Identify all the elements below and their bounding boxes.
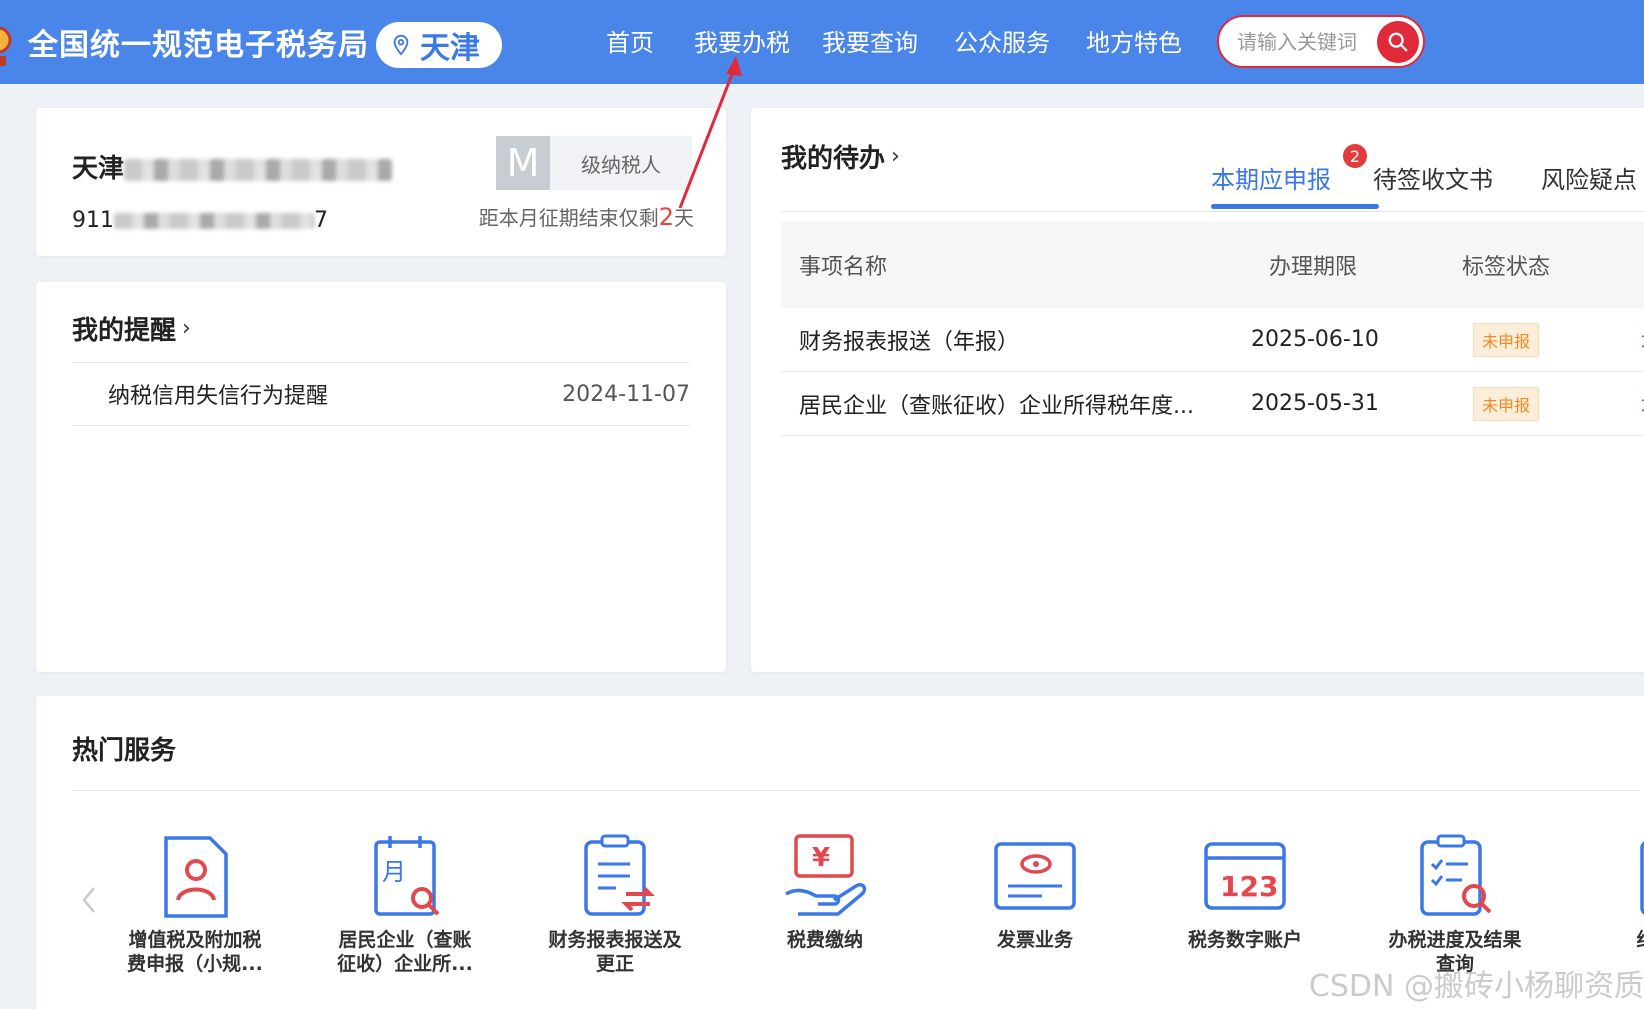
status-badge: 未申报 (1472, 322, 1539, 357)
service-label: 增值税及附加税 费申报（小规... (127, 929, 263, 975)
service-label: 红字发 (1580, 928, 1644, 952)
search-icon (1388, 32, 1408, 52)
service-label: 税费缴纳 (786, 929, 863, 951)
service-label: 居民企业（查账 征收）企业所... (337, 929, 473, 975)
service-financial-report[interactable]: 财务报表报送及 更正 (530, 832, 700, 976)
credit-level-label: 级纳税人 (550, 136, 692, 190)
report-exchange-icon (584, 834, 655, 916)
taxpayer-id: 911 7 (72, 208, 328, 233)
todo-title[interactable]: 我的待办 › (781, 138, 900, 175)
credit-level-badge[interactable]: M 级纳税人 (496, 136, 692, 190)
person-document-icon (164, 836, 228, 918)
region-label: 天津 (420, 31, 480, 66)
service-vat-declare[interactable]: 增值税及附加税 费申报（小规... (110, 832, 280, 976)
watermark: CSDN @搬砖小杨聊资质 (1308, 969, 1644, 1004)
nav-home[interactable]: 首页 (606, 24, 694, 62)
redacted-id (114, 213, 314, 229)
location-pin-icon (393, 34, 409, 56)
credit-level-letter: M (496, 136, 550, 190)
service-progress-query[interactable]: 办税进度及结果 查询 (1370, 832, 1540, 976)
reminder-title[interactable]: 我的提醒 › (72, 310, 191, 347)
nav-local-feature[interactable]: 地方特色 (1086, 24, 1214, 62)
chevron-left-icon (82, 887, 95, 913)
yuan-hand-icon: ¥ (785, 834, 867, 916)
taxpayer-id-suffix: 7 (314, 208, 328, 233)
active-tab-indicator (1211, 204, 1379, 209)
main-nav: 首页 我要办税 我要查询 公众服务 地方特色 (606, 24, 1214, 62)
todo-item-date: 2025-05-31 (1251, 391, 1379, 416)
nav-public-service[interactable]: 公众服务 (954, 24, 1086, 62)
todo-tabs: 本期应申报 待签收文书 风险疑点 2 (781, 108, 1644, 212)
service-red-invoice[interactable]: 红字发 (1580, 832, 1644, 952)
chevron-right-icon: › (182, 316, 191, 341)
tax-emblem-icon[interactable] (0, 14, 14, 70)
todo-item-name: 居民企业（查账征收）企业所得税年度... (799, 393, 1194, 419)
invoice-icon (994, 842, 1076, 910)
reminder-title-text: 我的提醒 (72, 316, 177, 346)
taxpayer-id-prefix: 911 (72, 208, 114, 233)
region-selector[interactable]: 天津 (376, 22, 502, 68)
todo-item-date: 2025-06-10 (1251, 327, 1379, 352)
table-row[interactable]: 居民企业（查账征收）企业所得税年度... 2025-05-31 未申报 填 (781, 372, 1644, 436)
top-header: 全国统一规范电子税务局 天津 首页 我要办税 我要查询 公众服务 地方特色 (0, 0, 1644, 84)
tab-current-declare[interactable]: 本期应申报 (1211, 160, 1331, 195)
tab-count-badge: 2 (1343, 144, 1367, 168)
redacted-name (124, 158, 393, 181)
deadline-days: 2 (658, 203, 674, 231)
clipboard-icon (1640, 841, 1644, 915)
search-input[interactable] (1237, 29, 1377, 54)
service-digital-account[interactable]: 123 税务数字账户 (1160, 832, 1330, 952)
service-label: 财务报表报送及 更正 (548, 929, 682, 975)
calendar-search-icon: 月 (374, 836, 440, 916)
todo-card: 本期应申报 待签收文书 风险疑点 2 我的待办 › 事项名称 办理期限 标签状态… (751, 108, 1644, 672)
tab-risk-doubts[interactable]: 风险疑点 (1541, 160, 1637, 195)
reminder-item[interactable]: 纳税信用失信行为提醒 2024-11-07 (72, 363, 690, 426)
svg-text:123: 123 (1220, 870, 1278, 903)
checklist-search-icon (1420, 834, 1492, 916)
deadline-prefix: 距本月征期结束仅剩 (478, 206, 659, 230)
service-label: 发票业务 (996, 929, 1073, 951)
search-button[interactable] (1377, 21, 1419, 63)
fill-action-link[interactable]: 填 (1581, 324, 1644, 356)
todo-table: 事项名称 办理期限 标签状态 财务报表报送（年报） 2025-06-10 未申报… (781, 222, 1644, 436)
table-row[interactable]: 财务报表报送（年报） 2025-06-10 未申报 填 (781, 308, 1644, 372)
svg-text:¥: ¥ (812, 843, 830, 873)
todo-title-text: 我的待办 (781, 144, 886, 174)
divider (72, 790, 1640, 791)
reminder-date: 2024-11-07 (562, 381, 690, 407)
service-tax-payment[interactable]: ¥ 税费缴纳 (740, 832, 910, 952)
column-header-status: 标签状态 (1461, 255, 1550, 280)
service-enterprise-income-tax[interactable]: 月 居民企业（查账 征收）企业所... (320, 832, 490, 976)
status-badge: 未申报 (1472, 386, 1539, 421)
column-header-name: 事项名称 (799, 255, 888, 280)
taxpayer-card: 天津 911 7 M 级纳税人 距本月征期结束仅剩2天 (36, 108, 726, 256)
todo-item-name: 财务报表报送（年报） (799, 329, 1020, 355)
reminder-card: 我的提醒 › 纳税信用失信行为提醒 2024-11-07 (36, 282, 726, 672)
svg-text:月: 月 (382, 858, 406, 886)
nav-query[interactable]: 我要查询 (822, 24, 954, 62)
digital-account-icon: 123 (1204, 842, 1286, 910)
hot-services-title: 热门服务 (72, 736, 177, 766)
taxpayer-name-prefix: 天津 (72, 154, 125, 184)
column-header-deadline: 办理期限 (1269, 255, 1358, 280)
deadline-notice: 距本月征期结束仅剩2天 (479, 202, 694, 231)
fill-action-link[interactable]: 填 (1581, 388, 1644, 420)
reminder-text: 纳税信用失信行为提醒 (108, 384, 329, 409)
carousel-prev-button[interactable] (74, 880, 104, 920)
deadline-suffix: 天 (674, 206, 694, 230)
search-box (1217, 15, 1425, 68)
site-title[interactable]: 全国统一规范电子税务局 (28, 20, 369, 64)
nav-handle-tax[interactable]: 我要办税 (694, 24, 822, 62)
service-invoice[interactable]: 发票业务 (950, 832, 1120, 952)
table-header: 事项名称 办理期限 标签状态 (781, 222, 1644, 308)
taxpayer-name: 天津 (72, 148, 393, 185)
chevron-right-icon: › (891, 144, 900, 169)
tab-pending-documents[interactable]: 待签收文书 (1373, 160, 1493, 195)
service-label: 税务数字账户 (1187, 929, 1302, 951)
